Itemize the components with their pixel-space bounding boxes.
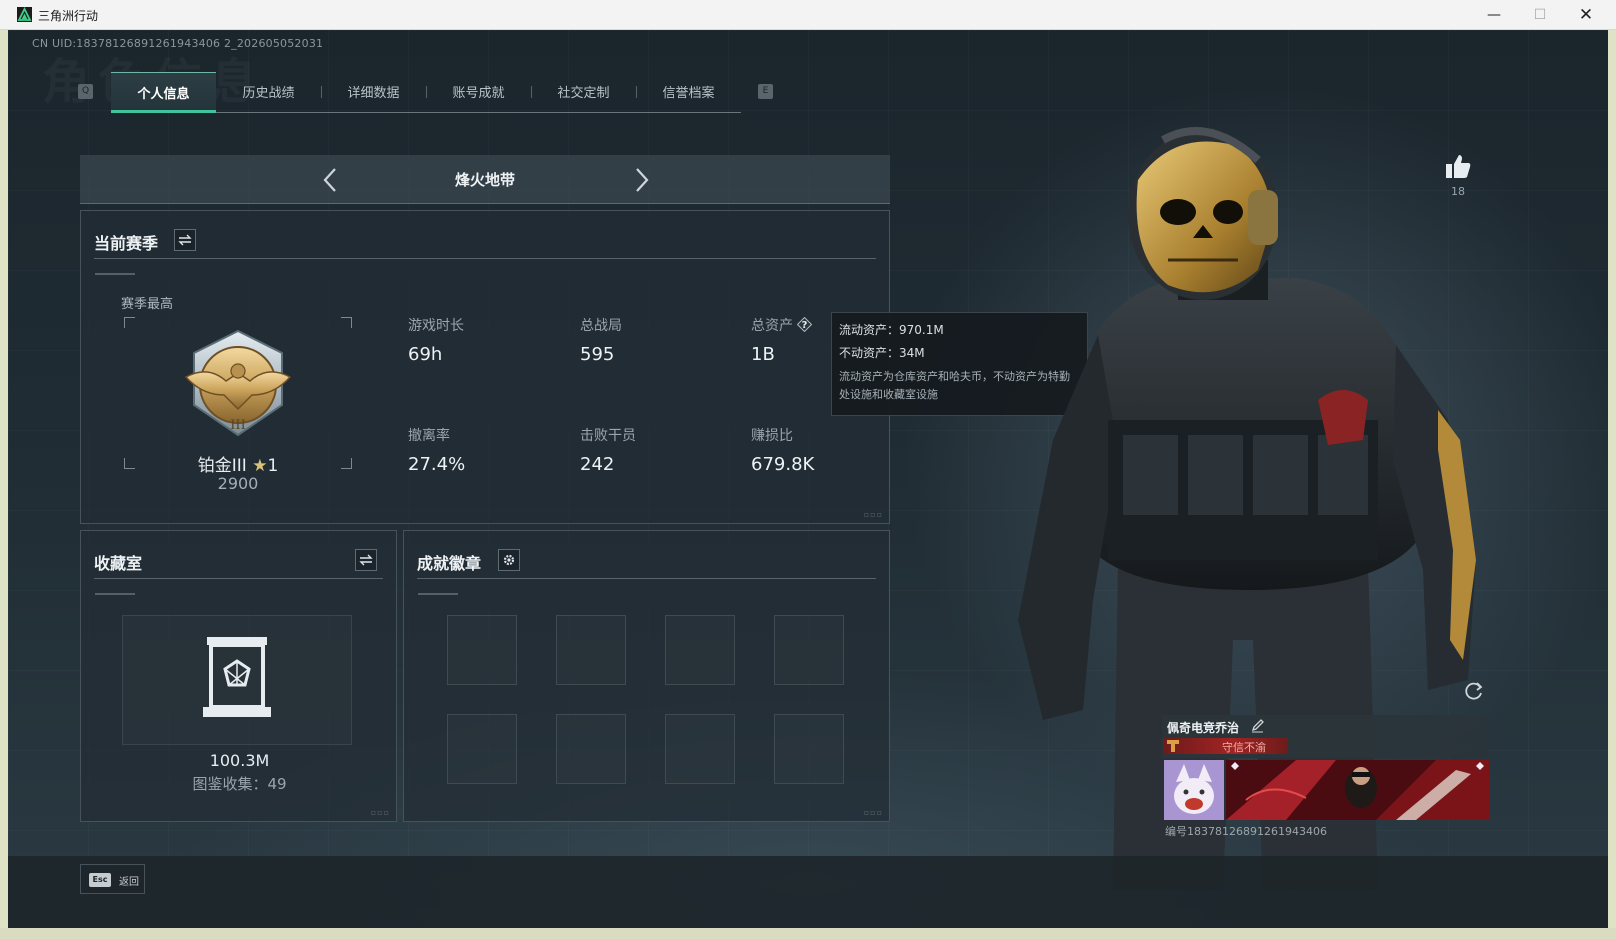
tab-credit[interactable]: 信誉档案 [636, 72, 741, 111]
tab-achievements[interactable]: 账号成就 [426, 72, 531, 111]
stat-label: 撤离率 [408, 428, 450, 444]
rank-stars: 1 [267, 456, 279, 476]
decor-dots: ▫▫▫ [370, 808, 390, 817]
season-best-label: 赛季最高 [121, 297, 174, 312]
swap-icon[interactable] [174, 229, 196, 251]
decor-mark [418, 593, 458, 595]
stat-value: 1B [751, 344, 775, 365]
svg-text:?: ? [802, 320, 808, 331]
badges-title: 成就徽章 [417, 554, 482, 573]
stat-label: 总战局 [580, 318, 622, 334]
decor-mark [95, 593, 135, 595]
collection-value: 100.3M [209, 751, 270, 770]
profile-banner [1226, 760, 1489, 820]
stat-label: 游戏时长 [408, 318, 464, 334]
title-divider [94, 258, 876, 259]
stat-label: 总资产? [751, 315, 812, 335]
window-title: 三角洲行动 [38, 9, 99, 23]
minimize-button[interactable]: — [1471, 0, 1517, 30]
player-name: 佩奇电竞乔治 [1167, 721, 1240, 735]
season-title: 当前赛季 [94, 234, 159, 253]
refresh-icon[interactable] [1463, 680, 1485, 702]
tab-personal-info[interactable]: 个人信息 [111, 72, 216, 113]
desktop-edge-left [0, 30, 8, 939]
badge-slot[interactable] [665, 615, 735, 685]
mode-title: 烽火地带 [454, 171, 515, 189]
prev-tab-key-hint[interactable]: Q [78, 84, 93, 99]
stat-kills: 击败干员 242 [580, 425, 636, 475]
badge-slot[interactable] [556, 714, 626, 784]
app-logo-icon [17, 7, 32, 22]
stat-playtime: 游戏时长 69h [408, 315, 464, 365]
stat-value: 27.4% [408, 454, 466, 475]
current-season-panel: 当前赛季 赛季最高 III 铂金III ★1 2900 游戏时长 69h 总战局… [80, 210, 890, 524]
title-badge-text: 守信不渝 [1222, 741, 1266, 754]
stat-label: 击败干员 [580, 428, 636, 444]
tab-social[interactable]: 社交定制 [531, 72, 636, 111]
stat-profit-loss: 赚损比 679.8K [751, 425, 814, 475]
title-divider [94, 578, 383, 579]
back-button[interactable]: Esc 返回 [80, 864, 145, 894]
rank-emblem-icon: III [184, 329, 292, 437]
maximize-button[interactable]: ☐ [1517, 0, 1563, 30]
stat-value: 242 [580, 454, 615, 475]
stat-value: 595 [580, 344, 615, 365]
like-count: 18 [1451, 185, 1465, 198]
badge-slot[interactable] [447, 615, 517, 685]
stat-total-assets: 总资产? 1B [751, 315, 812, 365]
display-case-icon [203, 637, 271, 717]
rank-name: 铂金III [197, 456, 247, 476]
tab-bar: Q 个人信息 历史战绩 详细数据 账号成就 社交定制 信誉档案 E [78, 72, 778, 113]
player-id: 编号18378126891261943406 [1165, 825, 1327, 838]
collection-count: 图鉴收集：49 [192, 775, 287, 793]
stat-value: 69h [408, 344, 443, 365]
star-icon: ★ [252, 456, 268, 476]
svg-text:III: III [230, 418, 245, 433]
rank-score: 2900 [217, 474, 259, 493]
tabs: 个人信息 历史战绩 详细数据 账号成就 社交定制 信誉档案 [111, 72, 741, 113]
stat-extraction-rate: 撤离率 27.4% [408, 425, 465, 475]
decor-mark [95, 273, 135, 275]
window-titlebar: 三角洲行动 — ☐ ✕ [0, 0, 1616, 30]
stat-value: 679.8K [751, 454, 815, 475]
stat-total-matches: 总战局 595 [580, 315, 622, 365]
collection-title: 收藏室 [94, 554, 143, 573]
rank-line: 铂金III ★1 [153, 451, 323, 476]
help-icon[interactable]: ? [797, 317, 812, 332]
next-tab-key-hint[interactable]: E [758, 84, 773, 99]
bottom-bar [8, 856, 1608, 928]
desktop-edge-bottom [0, 928, 1616, 939]
mode-selector: 烽火地带 [80, 155, 890, 204]
collection-panel[interactable]: 收藏室 100.3M 图鉴收集：49 ▫▫▫ [80, 530, 397, 822]
desktop-edge-right [1608, 30, 1616, 939]
back-label: 返回 [119, 877, 139, 888]
swap-icon[interactable] [355, 549, 377, 571]
tab-detailed-data[interactable]: 详细数据 [321, 72, 426, 111]
pencil-icon[interactable] [1250, 718, 1265, 733]
badge-slot[interactable] [774, 615, 844, 685]
gear-icon[interactable] [498, 549, 520, 571]
game-viewport: 角色信息 CN UID:18378126891261943406 2_20260… [8, 30, 1608, 928]
esc-key-hint: Esc [89, 873, 111, 887]
chevron-right-icon[interactable] [626, 165, 656, 195]
achievement-badges-panel: 成就徽章 ▫▫▫ [403, 530, 890, 822]
badge-slot[interactable] [665, 714, 735, 784]
tab-history[interactable]: 历史战绩 [216, 72, 321, 111]
badge-slot[interactable] [556, 615, 626, 685]
badge-slot[interactable] [774, 714, 844, 784]
decor-dots: ▫▫▫ [863, 808, 883, 817]
close-button[interactable]: ✕ [1563, 0, 1609, 30]
thumbs-up-icon[interactable] [1444, 152, 1472, 180]
decor-dots: ▫▫▫ [863, 510, 883, 519]
badge-slot[interactable] [447, 714, 517, 784]
stat-label: 赚损比 [751, 428, 793, 444]
avatar[interactable] [1164, 760, 1224, 820]
uid-text: CN UID:18378126891261943406 2_2026050520… [32, 37, 324, 50]
player-card: 佩奇电竞乔治 守信不渝 编号18378126891261943406 [1162, 715, 1489, 842]
title-divider [417, 578, 876, 579]
